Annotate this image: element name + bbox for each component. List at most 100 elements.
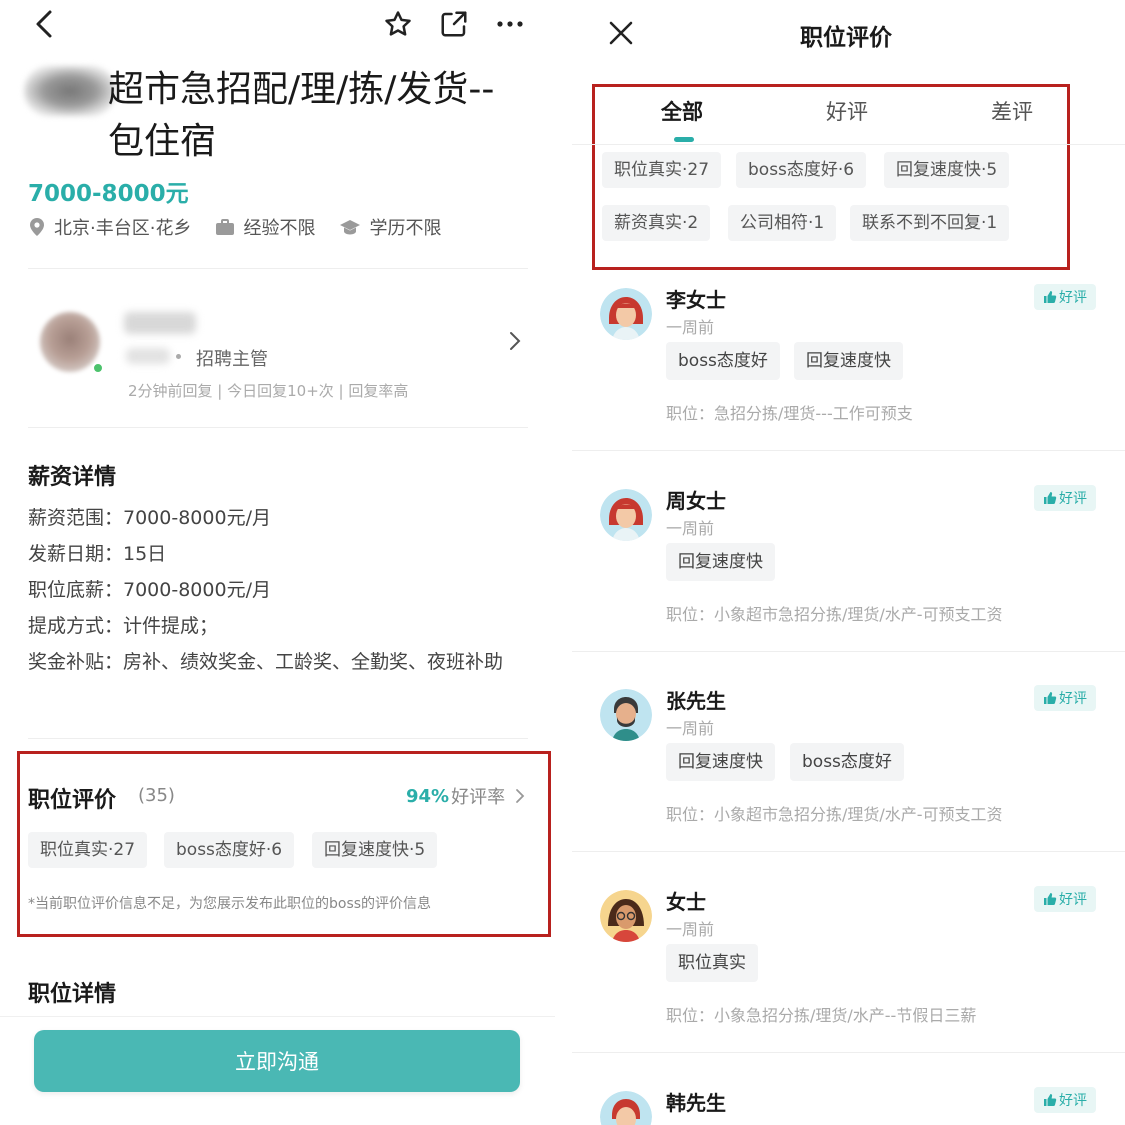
good-rate-value: 94% [406, 785, 450, 807]
evaluation-rate-link[interactable]: 94% 好评率 [406, 783, 529, 809]
review-divider [572, 1052, 1125, 1053]
tab-all[interactable]: 全部 [661, 96, 703, 126]
recruiter-company-blurred [126, 348, 170, 364]
recruiter-card[interactable]: 招聘主管 2分钟前回复 | 今日回复10+次 | 回复率高 [28, 290, 528, 410]
divider [28, 738, 528, 739]
thumbs-up-icon [1044, 692, 1057, 704]
salary-range-line: 薪资范围：7000-8000元/月 [28, 507, 271, 529]
reply-stats: 2分钟前回复 | 今日回复10+次 | 回复率高 [128, 382, 409, 400]
education-text: 学历不限 [369, 218, 442, 239]
badge-label: 好评 [1059, 1093, 1087, 1109]
divider [28, 268, 528, 269]
review-time: 一周前 [666, 920, 715, 939]
thumbs-up-icon [1044, 1094, 1057, 1106]
positive-review-badge: 好评 [1034, 284, 1096, 310]
filter-chip[interactable]: boss态度好·6 [736, 152, 867, 188]
graduation-cap-icon [340, 220, 361, 235]
reviewer-name: 李女士 [666, 288, 726, 312]
briefcase-icon [216, 219, 235, 235]
avatar [600, 890, 652, 942]
filter-chip[interactable]: 联系不到不回复·1 [850, 205, 1010, 241]
evaluation-count: (35) [138, 785, 175, 806]
badge-label: 好评 [1059, 892, 1087, 908]
filter-chip[interactable]: 薪资真实·2 [602, 205, 711, 241]
reviewer-name: 张先生 [666, 689, 726, 713]
review-item: 张先生 一周前 好评 回复速度快 boss态度好 职位：小象超市急招分拣/理货/… [572, 683, 1125, 883]
review-item: 女士 一周前 好评 职位真实 职位：小象急招分拣/理货/水产--节假日三薪 [572, 884, 1125, 1084]
review-tag: 回复速度快 [666, 743, 775, 781]
evaluation-chip[interactable]: boss态度好·6 [164, 832, 295, 868]
location-text: 北京·丰台区·花乡 [54, 218, 192, 239]
good-rate-label: 好评率 [451, 787, 506, 808]
share-icon[interactable] [436, 6, 472, 42]
review-position[interactable]: 职位：小象超市急招分拣/理货/水产-可预支工资 [666, 801, 1003, 825]
filter-chip[interactable]: 回复速度快·5 [884, 152, 1010, 188]
location-pin-icon [30, 218, 44, 236]
avatar [600, 489, 652, 541]
online-status-dot [92, 362, 104, 374]
evaluation-title[interactable]: 职位评价 [28, 782, 116, 814]
education-item: 学历不限 [339, 214, 441, 240]
chat-now-button[interactable]: 立即沟通 [34, 1030, 520, 1092]
evaluation-chip[interactable]: 职位真实·27 [28, 832, 148, 868]
commission-line: 提成方式：计件提成； [28, 615, 219, 637]
positive-review-badge: 好评 [1034, 1087, 1096, 1113]
chevron-right-icon [516, 789, 525, 803]
tab-negative[interactable]: 差评 [991, 96, 1033, 126]
recruiter-avatar [40, 312, 100, 372]
favorite-star-icon[interactable] [380, 6, 416, 42]
badge-label: 好评 [1059, 691, 1087, 707]
active-tab-indicator [674, 137, 694, 142]
more-options-icon[interactable] [492, 6, 528, 42]
reviewer-name: 女士 [666, 890, 706, 914]
positive-review-badge: 好评 [1034, 685, 1096, 711]
review-tag: boss态度好 [666, 342, 780, 380]
review-time: 一周前 [666, 318, 715, 337]
close-icon[interactable] [606, 18, 640, 52]
review-time: 一周前 [666, 719, 715, 738]
evaluation-note: *当前职位评价信息不足，为您展示发布此职位的boss的评价信息 [28, 896, 432, 912]
review-position[interactable]: 职位：小象超市急招分拣/理货/水产-可预支工资 [666, 601, 1003, 625]
review-item: 韩先生 好评 [572, 1085, 1125, 1125]
experience-text: 经验不限 [243, 218, 316, 239]
page-title: 职位评价 [800, 25, 892, 51]
badge-label: 好评 [1059, 491, 1087, 507]
salary-section-title: 薪资详情 [28, 465, 117, 490]
review-tag: 回复速度快 [666, 543, 775, 581]
filter-chip[interactable]: 公司相符·1 [728, 205, 837, 241]
experience-item: 经验不限 [215, 214, 315, 240]
job-reviews-panel: 职位评价 全部 好评 差评 职位真实·27 boss态度好·6 回复速度快·5 … [572, 0, 1125, 1125]
review-item: 周女士 一周前 好评 回复速度快 职位：小象超市急招分拣/理货/水产-可预支工资 [572, 483, 1125, 683]
review-divider [572, 450, 1125, 451]
thumbs-up-icon [1044, 492, 1057, 504]
review-position[interactable]: 职位：小象急招分拣/理货/水产--节假日三薪 [666, 1002, 976, 1026]
evaluation-chip[interactable]: 回复速度快·5 [312, 832, 438, 868]
panel-gap [555, 0, 572, 1125]
badge-label: 好评 [1059, 290, 1087, 306]
chevron-right-icon [508, 330, 522, 356]
avatar [600, 1091, 652, 1125]
job-title: 超市急招配/理/拣/发货--包住宿 [108, 69, 495, 162]
review-divider [572, 651, 1125, 652]
base-salary-line: 职位底薪：7000-8000元/月 [28, 579, 271, 601]
thumbs-up-icon [1044, 893, 1057, 905]
thumbs-up-icon [1044, 291, 1057, 303]
recruiter-name-blurred [124, 312, 196, 334]
review-item: 李女士 一周前 好评 boss态度好 回复速度快 职位：急招分拣/理货---工作… [572, 282, 1125, 482]
review-time: 一周前 [666, 519, 715, 538]
bottom-bar-divider [0, 1016, 555, 1017]
filter-chip[interactable]: 职位真实·27 [602, 152, 722, 188]
reviewer-name: 韩先生 [666, 1091, 726, 1115]
review-position[interactable]: 职位：急招分拣/理货---工作可预支 [666, 400, 913, 424]
tab-positive[interactable]: 好评 [826, 96, 868, 126]
back-arrow-icon[interactable] [26, 6, 62, 42]
job-detail-panel: 超市急招配/理/拣/发货--包住宿 7000-8000元 北京·丰台区·花乡 经… [0, 0, 555, 1125]
divider [28, 427, 528, 428]
review-divider [572, 851, 1125, 852]
job-detail-title: 职位详情 [28, 982, 117, 1007]
review-tag: 职位真实 [666, 944, 758, 982]
positive-review-badge: 好评 [1034, 886, 1096, 912]
salary-range: 7000-8000元 [28, 181, 189, 207]
pay-date-line: 发薪日期：15日 [28, 543, 167, 565]
recruiter-role: 招聘主管 [196, 349, 268, 370]
